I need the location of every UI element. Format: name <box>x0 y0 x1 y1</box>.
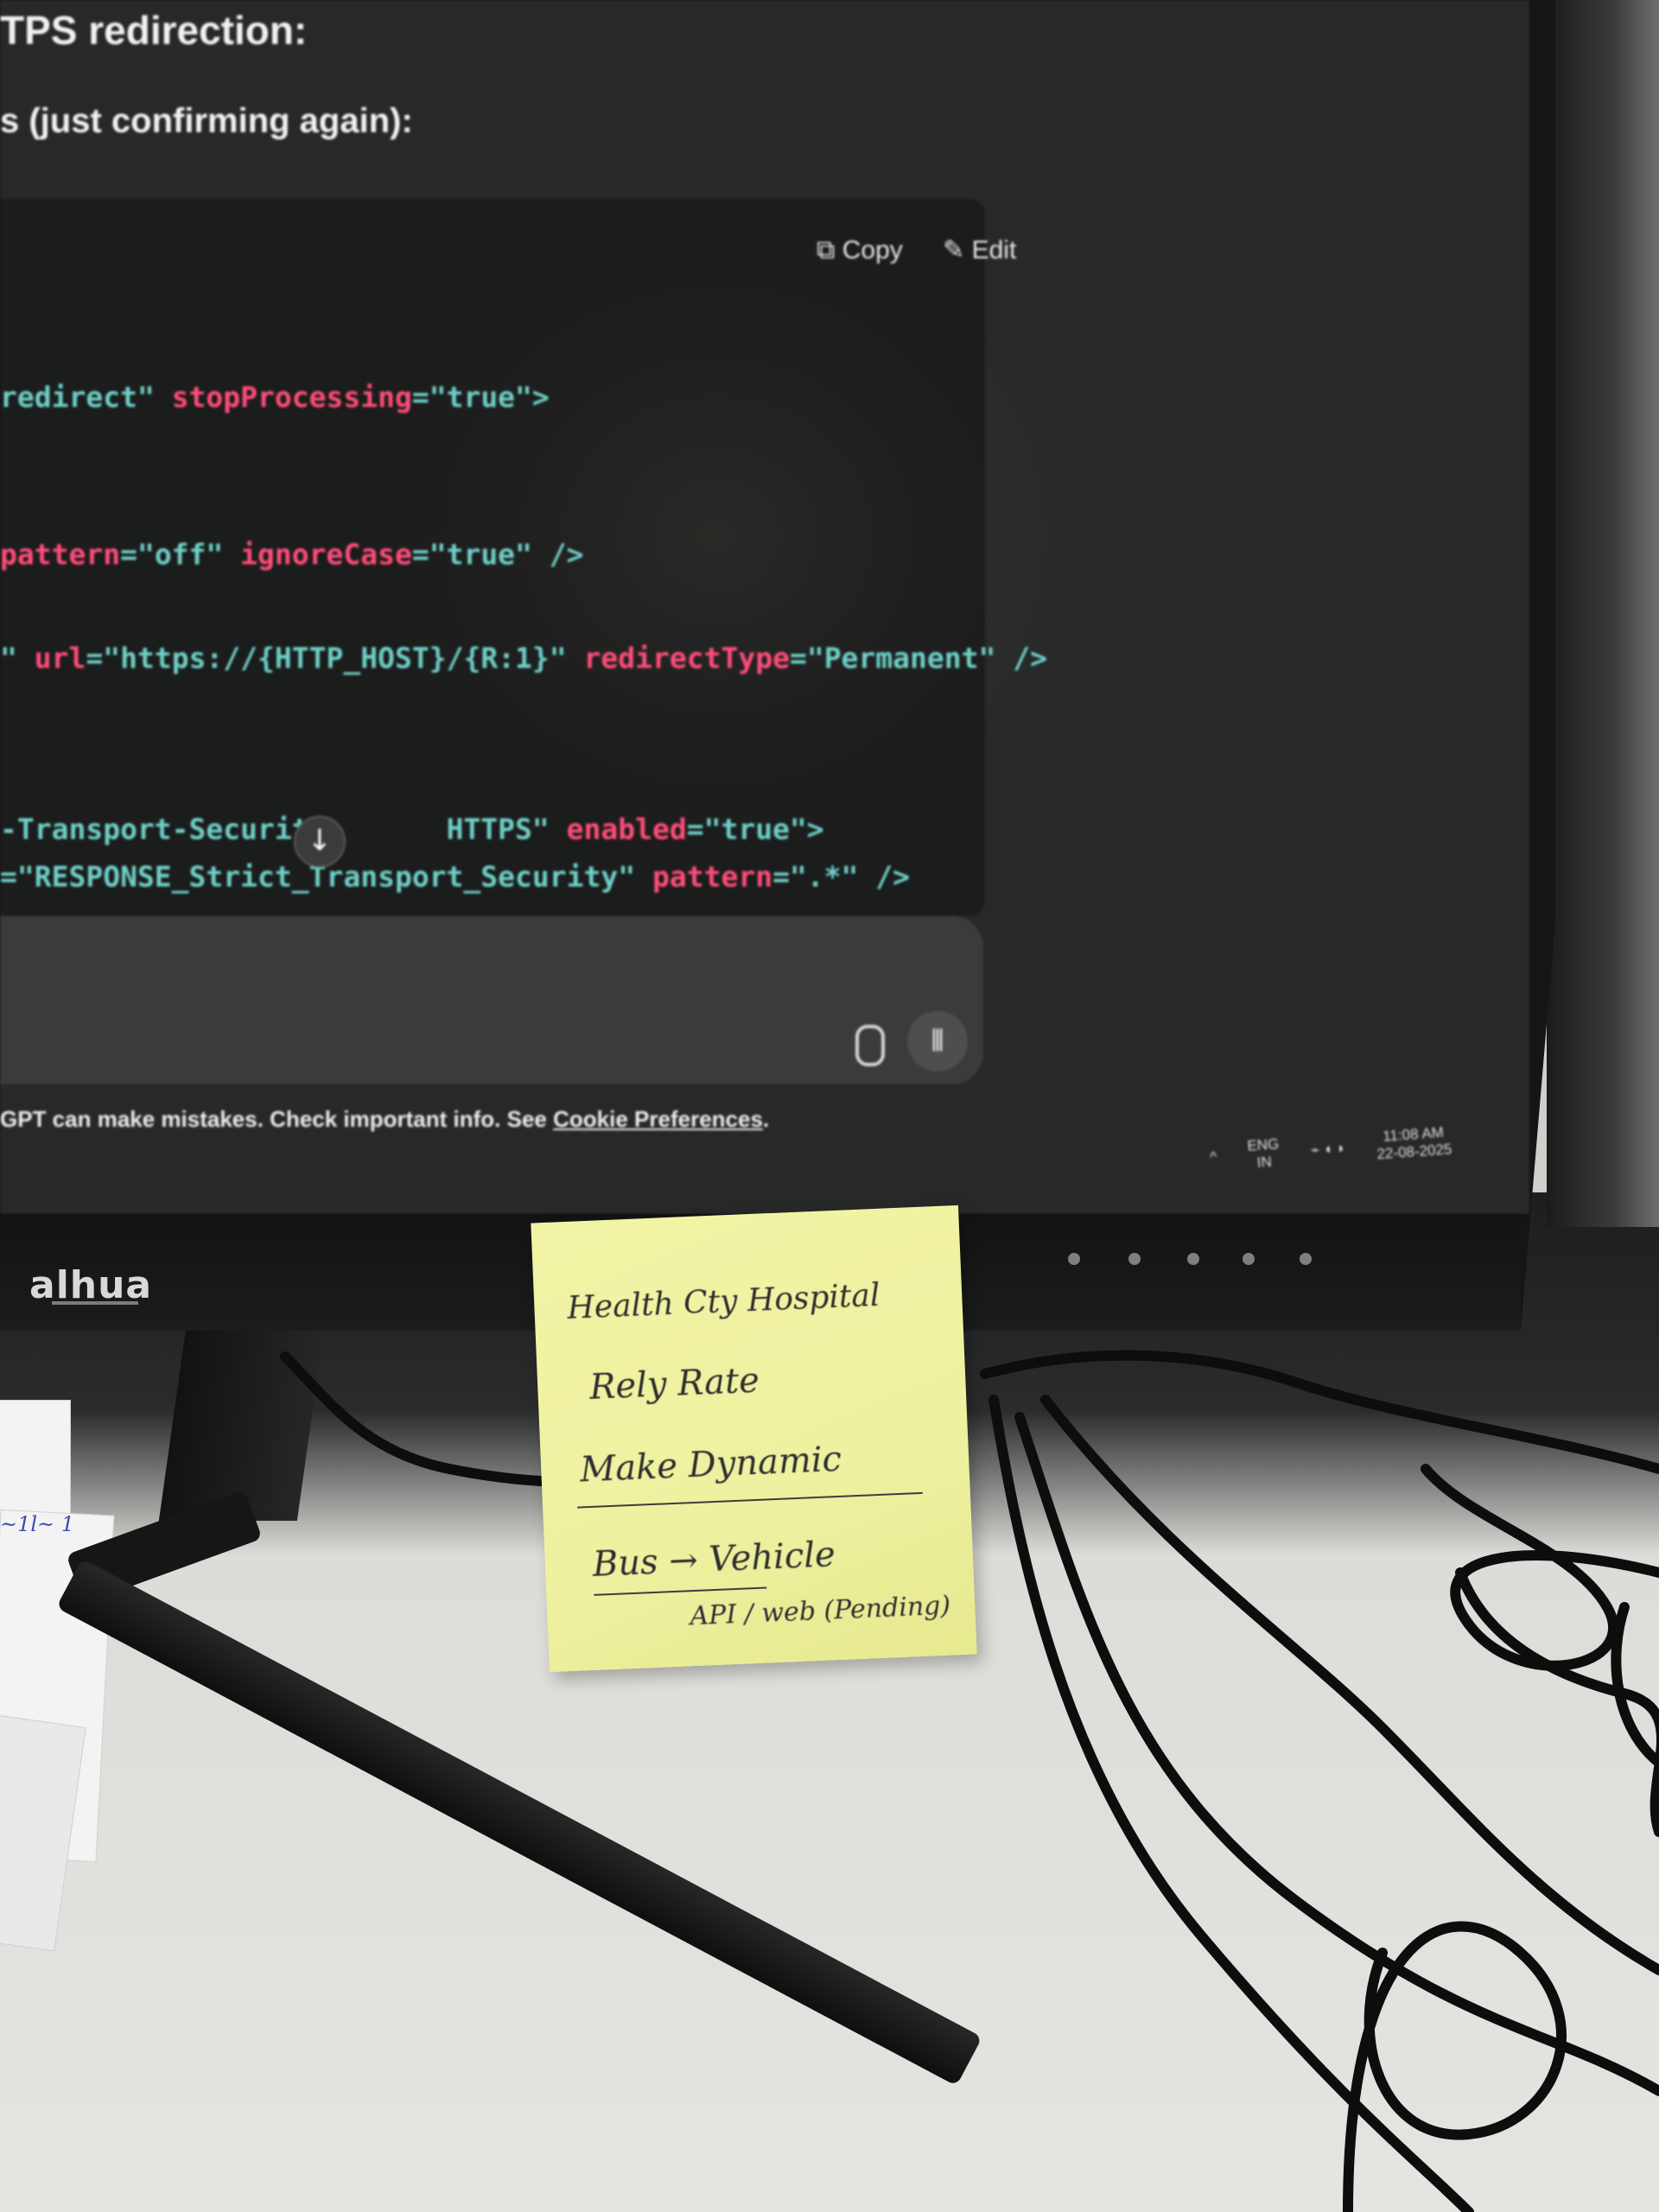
monitor: TPS redirection: s (just confirming agai… <box>0 0 1555 1331</box>
code-attribute: ignoreCase <box>240 537 412 571</box>
code-attribute: enabled <box>566 812 687 846</box>
sticky-note-line: Health Cty Hospital <box>566 1277 881 1326</box>
code-attribute: redirectType <box>583 641 790 675</box>
sticky-note-underline <box>577 1491 923 1509</box>
monitor-button[interactable] <box>1187 1253 1199 1265</box>
brand-underline <box>52 1301 138 1305</box>
section-heading: TPS redirection: <box>0 8 308 53</box>
code-string: ="Permanent" /> <box>789 641 1047 675</box>
code-string: =".*" /> <box>772 860 911 893</box>
system-tray: ^ ENG IN ⌁ ◖ ◗ 11:08 AM 22-08-2025 <box>1209 1123 1452 1174</box>
code-attribute: pattern <box>0 537 121 571</box>
language-indicator[interactable]: ENG IN <box>1247 1135 1281 1172</box>
code-line: " url="https://{HTTP_HOST}/{R:1}" redire… <box>0 641 1047 675</box>
cable <box>1014 1412 1659 2096</box>
section-subheading: s (just confirming again): <box>0 102 413 140</box>
disclaimer-end: . <box>762 1106 770 1132</box>
disclaimer-text: GPT can make mistakes. Check important i… <box>0 1106 554 1132</box>
clock[interactable]: 11:08 AM 22-08-2025 <box>1376 1123 1453 1163</box>
sticky-note-line: Rely Rate <box>588 1360 760 1408</box>
edit-button[interactable]: ✎ Edit <box>943 236 1016 264</box>
code-string: " <box>0 641 35 675</box>
message-composer[interactable] <box>0 916 983 1084</box>
voice-mode-button[interactable]: ⫴ <box>907 1011 968 1071</box>
code-string: -Transport-Security <box>0 812 344 846</box>
language-code: ENG <box>1246 1135 1280 1154</box>
cookie-preferences-link[interactable]: Cookie Preferences <box>553 1106 763 1132</box>
sticky-note-underline <box>594 1586 767 1596</box>
cable <box>1343 1921 1567 2212</box>
tray-chevron-icon[interactable]: ^ <box>1210 1148 1217 1166</box>
disclaimer: GPT can make mistakes. Check important i… <box>0 1106 769 1133</box>
code-string: ="https://{HTTP_HOST}/{R:1}" <box>86 641 584 675</box>
region-code: IN <box>1256 1153 1273 1171</box>
network-volume-icons[interactable]: ⌁ ◖ ◗ <box>1310 1140 1346 1160</box>
monitor-side-edge <box>1547 0 1659 1227</box>
code-string: ="true"> <box>686 812 824 846</box>
code-string: redirect" <box>0 380 172 414</box>
cable <box>1455 1567 1659 1837</box>
cable <box>1040 1395 1659 1975</box>
sticky-note: Health Cty Hospital Rely Rate Make Dynam… <box>531 1205 977 1673</box>
cable <box>1611 1602 1659 1768</box>
code-line: ="RESPONSE_Strict_Transport_Security" pa… <box>0 860 910 893</box>
code-line: redirect" stopProcessing="true"> <box>0 380 550 414</box>
copy-button[interactable]: ⧉ Copy <box>817 236 903 264</box>
code-string: ="true" /> <box>411 537 584 571</box>
sticky-note-line: API / web (Pending) <box>689 1590 951 1632</box>
code-string: HTTPS" <box>343 812 567 846</box>
screen: TPS redirection: s (just confirming agai… <box>0 0 1529 1214</box>
code-string: ="off" <box>120 537 241 571</box>
sticky-note-line: Make Dynamic <box>579 1439 842 1491</box>
code-line: pattern="off" ignoreCase="true" /> <box>0 537 584 571</box>
code-toolbar: ⧉ Copy ✎ Edit <box>817 235 1049 265</box>
monitor-button[interactable] <box>1068 1253 1080 1265</box>
cable <box>1421 1464 1659 1671</box>
microphone-icon[interactable] <box>855 1025 885 1066</box>
code-attribute: stopProcessing <box>171 380 412 414</box>
code-line: -Transport-Security HTTPS" enabled="true… <box>0 812 824 846</box>
code-attribute: pattern <box>652 860 773 893</box>
cable <box>988 1395 1474 2212</box>
monitor-button[interactable] <box>1243 1253 1255 1265</box>
sticky-note-line: Bus → Vehicle <box>591 1535 836 1585</box>
power-button[interactable] <box>1300 1253 1312 1265</box>
monitor-button[interactable] <box>1128 1253 1141 1265</box>
code-attribute: url <box>34 641 86 675</box>
scroll-to-bottom-button[interactable]: ↓ <box>294 816 346 868</box>
code-string: ="true"> <box>411 380 550 414</box>
